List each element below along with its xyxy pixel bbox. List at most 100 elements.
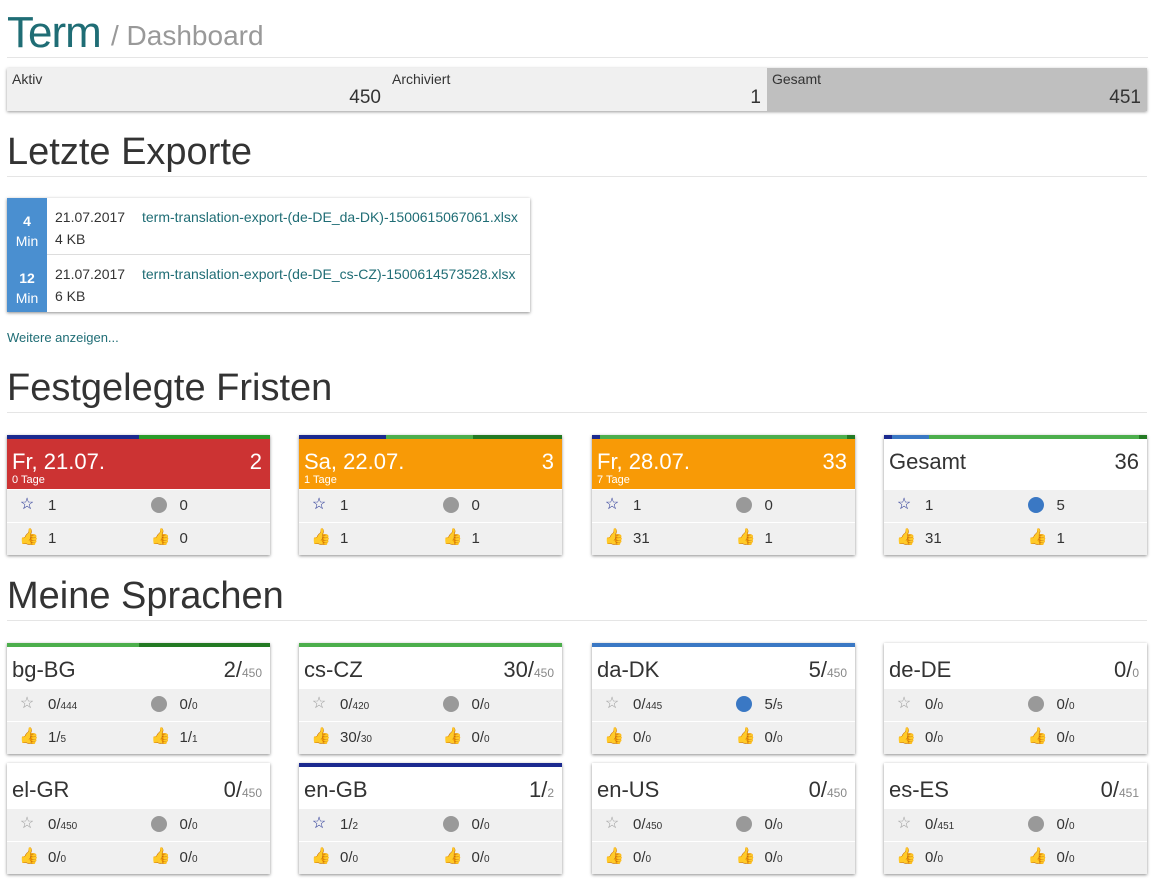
brand-title[interactable]: Term: [7, 8, 102, 58]
language-count: 2/450: [223, 657, 262, 682]
stat-archived[interactable]: Archiviert 1: [387, 68, 767, 111]
star-icon: ☆: [604, 695, 620, 712]
globe-icon: [150, 497, 167, 513]
globe-icon: [150, 816, 167, 832]
stat-label: Archiviert: [392, 71, 451, 87]
language-card[interactable]: da-DK 5/450 ☆ 0/445 5/5 👍 0/0 👍 0/0: [592, 643, 855, 754]
language-count: 5/450: [808, 657, 847, 682]
deadline-card[interactable]: Fr, 21.07. 0 Tage 2 ☆ 1 0 👍 1 👍 0: [7, 435, 270, 555]
language-card[interactable]: es-ES 0/451 ☆ 0/451 0/0 👍 0/0 👍 0/0: [884, 763, 1147, 874]
approved-count: 31: [925, 530, 942, 547]
language-count: 0/450: [808, 777, 847, 802]
language-card[interactable]: cs-CZ 30/450 ☆ 0/420 0/0 👍 30/30 👍 0/0: [299, 643, 562, 754]
language-count: 0/451: [1100, 777, 1139, 802]
thumbs-up-icon: 👍: [604, 728, 624, 745]
term-stats: Aktiv 450 Archiviert 1 Gesamt 451: [7, 68, 1147, 111]
globe-icon: [442, 497, 459, 513]
export-file-link[interactable]: term-translation-export-(de-DE_cs-CZ)-15…: [142, 266, 516, 282]
language-card[interactable]: bg-BG 2/450 ☆ 0/444 0/0 👍 1/5 👍 1/1: [7, 643, 270, 754]
thumbs-up-icon: 👍: [311, 728, 331, 745]
thumbs-up-icon: 👍: [735, 529, 756, 546]
globe-icon: [735, 696, 752, 712]
thumbs-up-icon: 👍: [442, 728, 463, 745]
star-icon: ☆: [604, 815, 620, 832]
globe-icon: [442, 696, 459, 712]
export-item: 12 Min 21.07.2017 6 KB term-translation-e…: [7, 255, 530, 312]
thumbs-up-icon: 👍: [150, 728, 171, 745]
language-count: 30/450: [503, 657, 554, 682]
translated-count: 0: [179, 497, 188, 514]
language-card[interactable]: en-GB 1/2 ☆ 1/2 0/0 👍 0/0 👍 0/0: [299, 763, 562, 874]
deadline-count: 3: [541, 449, 554, 474]
globe-icon: [1027, 696, 1044, 712]
deadline-count: 2: [249, 449, 262, 474]
deadline-days: 7 Tage: [597, 474, 630, 486]
globe-icon: [735, 816, 752, 832]
language-code: en-GB: [304, 777, 368, 802]
thumbs-up-icon: 👍: [896, 728, 916, 745]
language-card[interactable]: en-US 0/450 ☆ 0/450 0/0 👍 0/0 👍 0/0: [592, 763, 855, 874]
translated-count: 0: [764, 497, 773, 514]
star-icon: ☆: [896, 815, 912, 832]
thumbs-up-icon: 👍: [19, 728, 39, 745]
language-code: da-DK: [597, 657, 660, 682]
thumbs-up-icon: 👍: [1027, 728, 1048, 745]
thumbs-up-icon: 👍: [442, 529, 463, 546]
globe-icon: [150, 696, 167, 712]
section-title-languages: Meine Sprachen: [7, 576, 1147, 621]
star-icon: ☆: [19, 815, 35, 832]
star-icon: ☆: [604, 496, 620, 513]
deadline-card-total[interactable]: Gesamt 36 ☆ 1 5 👍 31 👍 1: [884, 435, 1147, 555]
approved-count: 1: [48, 530, 57, 547]
language-count: 0/0: [1113, 657, 1139, 682]
approved-count: 31: [633, 530, 650, 547]
deadline-count: 36: [1114, 449, 1139, 474]
starred-count: 1: [340, 497, 349, 514]
language-card[interactable]: de-DE 0/0 ☆ 0/0 0/0 👍 0/0 👍 0/0: [884, 643, 1147, 754]
breadcrumb: / Dashboard: [111, 20, 264, 51]
thumbs-up-icon: 👍: [735, 728, 756, 745]
deadline-days: 0 Tage: [12, 474, 45, 486]
language-code: el-GR: [12, 777, 70, 802]
deadline-card[interactable]: Fr, 28.07. 7 Tage 33 ☆ 1 0 👍 31 👍 1: [592, 435, 855, 555]
deadline-date: Gesamt: [889, 449, 967, 474]
deadline-date: Fr, 21.07.: [12, 449, 105, 474]
deadline-date: Fr, 28.07.: [597, 449, 690, 474]
star-icon: ☆: [311, 815, 327, 832]
show-more-link[interactable]: Weitere anzeigen...: [7, 330, 119, 345]
starred-count: 1: [925, 497, 934, 514]
stat-total[interactable]: Gesamt 451: [767, 68, 1147, 111]
thumbs-up-icon: 👍: [604, 848, 624, 865]
export-date: 21.07.2017: [55, 266, 126, 282]
export-file-link[interactable]: term-translation-export-(de-DE_da-DK)-15…: [142, 209, 518, 225]
approved-count: 0: [179, 530, 188, 547]
translated-count: 0: [471, 497, 480, 514]
language-code: bg-BG: [12, 657, 76, 682]
thumbs-up-icon: 👍: [311, 848, 331, 865]
approved-count: 1: [471, 530, 480, 547]
export-size: 4 KB: [55, 231, 86, 247]
starred-count: 1: [633, 497, 642, 514]
deadline-days: 1 Tage: [304, 474, 337, 486]
stat-active[interactable]: Aktiv 450: [7, 68, 387, 111]
export-item: 4 Min 21.07.2017 4 KB term-translation-ex…: [7, 198, 530, 255]
thumbs-up-icon: 👍: [896, 848, 916, 865]
language-card[interactable]: el-GR 0/450 ☆ 0/450 0/0 👍 0/0 👍 0/0: [7, 763, 270, 874]
approved-count: 1: [764, 530, 773, 547]
page-header: Term / Dashboard: [7, 0, 1148, 58]
star-icon: ☆: [19, 496, 35, 513]
thumbs-up-icon: 👍: [150, 529, 171, 546]
language-code: es-ES: [889, 777, 949, 802]
globe-icon: [1027, 816, 1044, 832]
section-title-exports: Letzte Exporte: [7, 132, 1147, 177]
star-icon: ☆: [311, 695, 327, 712]
star-icon: ☆: [896, 695, 912, 712]
thumbs-up-icon: 👍: [150, 848, 171, 865]
deadline-card[interactable]: Sa, 22.07. 1 Tage 3 ☆ 1 0 👍 1 👍 1: [299, 435, 562, 555]
export-age-number: 4: [23, 213, 31, 229]
language-code: cs-CZ: [304, 657, 363, 682]
thumbs-up-icon: 👍: [735, 848, 756, 865]
export-age-number: 12: [19, 270, 35, 286]
section-title-deadlines: Festgelegte Fristen: [7, 368, 1147, 413]
language-count: 0/450: [223, 777, 262, 802]
